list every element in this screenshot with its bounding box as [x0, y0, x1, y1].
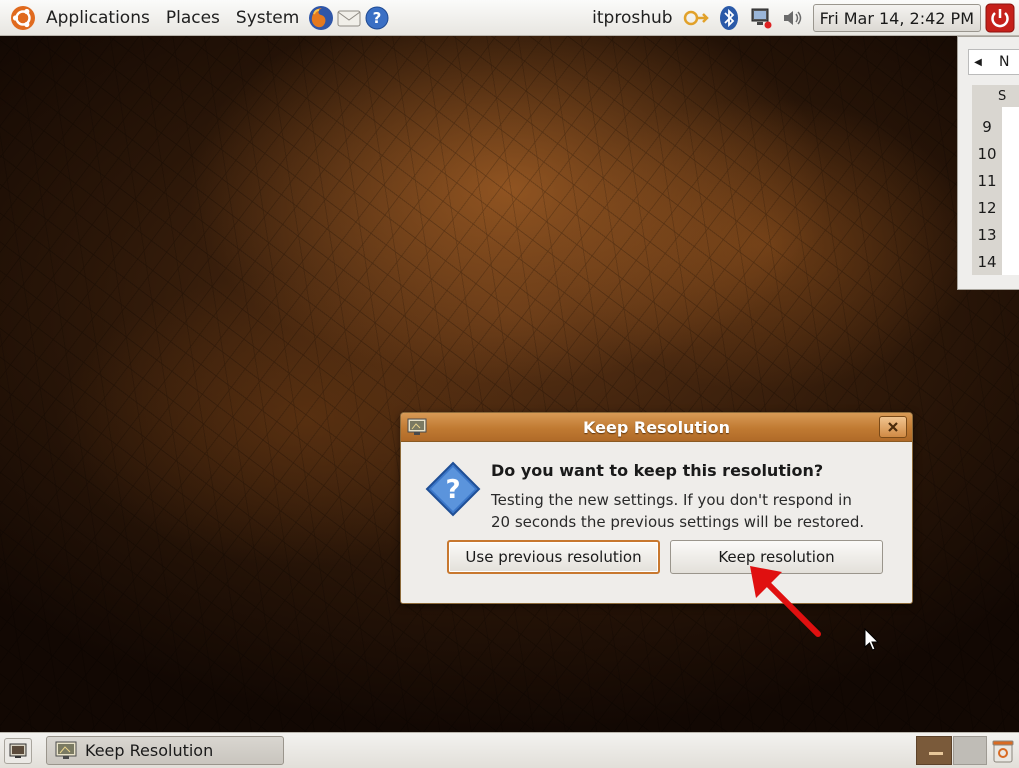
taskbar-item-label: Keep Resolution [85, 741, 214, 760]
power-icon[interactable] [985, 3, 1015, 33]
mail-launcher[interactable] [336, 5, 362, 31]
menu-system[interactable]: System [228, 0, 307, 36]
calendar-day-column [1002, 107, 1019, 275]
week-number: 13 [977, 226, 997, 244]
week-number: 11 [977, 172, 997, 190]
dialog-message: Testing the new settings. If you don't r… [491, 489, 901, 533]
help-icon: ? [365, 6, 389, 29]
menu-places[interactable]: Places [158, 0, 228, 36]
display-settings-icon [55, 741, 77, 759]
workspace-2[interactable] [953, 736, 987, 765]
ubuntu-logo-icon[interactable] [10, 5, 36, 31]
svg-text:?: ? [445, 475, 460, 505]
calendar-month: N [999, 54, 1010, 70]
week-number: 10 [977, 145, 997, 163]
dialog-message-line: 20 seconds the previous settings will be… [491, 513, 865, 531]
taskbar-item-keep-resolution[interactable]: Keep Resolution [46, 736, 284, 765]
prev-month-icon[interactable]: ◀ [969, 57, 987, 68]
show-desktop-icon [9, 743, 27, 758]
keep-resolution-dialog: Keep Resolution ? Do you want to keep th… [400, 412, 913, 604]
workspace-window-mini [929, 752, 943, 755]
switch-user-icon[interactable] [683, 4, 711, 32]
svg-text:?: ? [373, 9, 382, 27]
bottom-panel: Keep Resolution [0, 732, 1019, 768]
top-panel: Applications Places System ? itproshub F… [0, 0, 1019, 36]
use-previous-resolution-button[interactable]: Use previous resolution [447, 540, 660, 574]
calendar-popup: ◀ N S 9 10 11 12 13 14 [957, 36, 1019, 290]
volume-icon[interactable] [779, 4, 807, 32]
menu-applications[interactable]: Applications [38, 0, 158, 36]
panel-tray: itproshub Fri Mar 14, 2:42 PM [584, 0, 1019, 36]
bluetooth-icon[interactable] [715, 4, 743, 32]
calendar-day-header: S [998, 89, 1007, 104]
help-launcher[interactable]: ? [364, 5, 390, 31]
dialog-heading: Do you want to keep this resolution? [491, 461, 824, 480]
week-number: 9 [982, 118, 992, 136]
clock-button[interactable]: Fri Mar 14, 2:42 PM [812, 4, 981, 32]
week-number: 12 [977, 199, 997, 217]
dialog-title: Keep Resolution [583, 418, 730, 437]
week-number: 14 [977, 253, 997, 271]
dialog-close-button[interactable] [879, 416, 907, 438]
close-icon [888, 422, 898, 432]
dialog-titlebar[interactable]: Keep Resolution [401, 413, 912, 442]
username-label[interactable]: itproshub [584, 8, 680, 28]
workspace-1[interactable] [916, 736, 952, 765]
show-desktop-button[interactable] [4, 738, 32, 764]
mail-icon [337, 10, 361, 26]
annotation-arrow-icon [750, 566, 821, 637]
firefox-icon [309, 5, 334, 30]
calendar-header: ◀ N [968, 49, 1019, 75]
trash-icon[interactable] [991, 738, 1015, 764]
firefox-launcher[interactable] [308, 5, 334, 31]
question-icon: ? [425, 461, 481, 517]
mouse-cursor-icon [864, 628, 880, 651]
dialog-message-line: Testing the new settings. If you don't r… [491, 491, 852, 509]
network-icon[interactable] [747, 4, 775, 32]
